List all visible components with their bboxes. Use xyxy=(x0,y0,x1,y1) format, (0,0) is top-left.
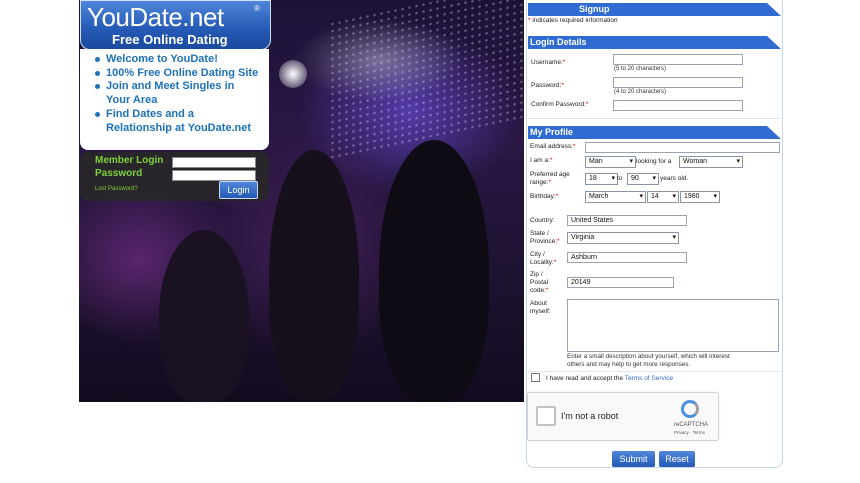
iam-label: I am a:* xyxy=(530,157,553,164)
chevron-down-icon: ▾ xyxy=(639,193,643,200)
birth-year-select[interactable]: 1980 ▾ xyxy=(680,191,720,203)
lost-password-link[interactable]: Lost Password? xyxy=(95,186,138,192)
password-hint: (4 to 20 characters) xyxy=(614,89,667,95)
seeking-select[interactable]: Woman ▾ xyxy=(679,156,743,168)
intro-item: Find Dates and a Relationship at YouDate… xyxy=(95,108,269,135)
terms-link[interactable]: Terms of Service xyxy=(625,375,673,382)
state-label: State / Province:* xyxy=(530,230,560,245)
zip-label: Zip / Postal code:* xyxy=(530,271,549,294)
section-divider xyxy=(528,118,781,119)
light-grid-decor xyxy=(329,0,524,162)
city-label: City / Locality:* xyxy=(530,251,557,266)
my-profile-heading: My Profile xyxy=(530,127,574,137)
login-password-input[interactable] xyxy=(172,170,256,181)
login-username-input[interactable] xyxy=(172,157,256,168)
chevron-down-icon: ▾ xyxy=(672,234,676,241)
light-flare xyxy=(279,60,307,88)
country-label: Country: xyxy=(530,217,555,224)
age-range-label: Preferred age range:* xyxy=(530,171,570,186)
terms-checkbox[interactable] xyxy=(531,373,540,382)
chevron-down-icon: ▾ xyxy=(672,193,676,200)
intro-item: 100% Free Online Dating Site xyxy=(95,67,269,81)
login-details-heading: Login Details xyxy=(530,37,587,47)
birth-day-select[interactable]: 14 ▾ xyxy=(647,191,679,203)
email-input[interactable] xyxy=(585,142,780,153)
dancer-silhouette xyxy=(159,230,249,402)
confirm-password-input[interactable] xyxy=(613,100,743,111)
login-button[interactable]: Login xyxy=(219,181,258,199)
looking-for-text: looking for a xyxy=(636,158,672,165)
city-input[interactable]: Ashburn xyxy=(567,252,687,263)
intro-list: Welcome to YouDate! 100% Free Online Dat… xyxy=(80,49,269,135)
chevron-down-icon: ▾ xyxy=(629,158,633,165)
recaptcha-label: I'm not a robot xyxy=(561,411,619,421)
intro-item: Welcome to YouDate! xyxy=(95,53,269,67)
chevron-down-icon: ▾ xyxy=(713,193,717,200)
password-field-label: Password:* xyxy=(531,82,564,89)
intro-item: Join and Meet Singles in Your Area xyxy=(95,80,269,107)
country-input[interactable]: United States xyxy=(567,215,687,226)
submit-button[interactable]: Submit xyxy=(612,451,655,467)
confirm-password-label: Confirm Password:* xyxy=(531,101,589,108)
years-old-text: years old. xyxy=(660,175,689,182)
about-label: About myself: xyxy=(530,300,551,315)
username-input[interactable] xyxy=(613,54,743,65)
about-hint: Enter a small description about yourself… xyxy=(567,353,730,368)
required-note: * indicates required information xyxy=(528,17,618,24)
password-label: Password xyxy=(95,168,143,179)
age-to-text: to xyxy=(617,175,623,182)
username-label: Username:* xyxy=(531,59,566,66)
member-login-label: Member Login xyxy=(95,155,164,166)
intro-panel: Welcome to YouDate! 100% Free Online Dat… xyxy=(80,49,269,150)
about-textarea[interactable] xyxy=(567,299,779,352)
registered-mark: ® xyxy=(254,4,260,13)
recaptcha-widget: I'm not a robot reCAPTCHA Privacy - Term… xyxy=(527,392,719,441)
recaptcha-checkbox[interactable] xyxy=(536,406,556,426)
login-details-header: Login Details xyxy=(528,36,781,49)
password-input[interactable] xyxy=(613,77,743,88)
recaptcha-logo-icon xyxy=(681,400,699,418)
logo-title: YouDate.net xyxy=(87,2,224,32)
zip-input[interactable]: 20149 xyxy=(567,277,674,288)
logo-subtitle: Free Online Dating xyxy=(112,32,228,47)
email-label: Email address:* xyxy=(530,143,576,150)
section-divider xyxy=(528,371,781,372)
birthday-label: Birthday:* xyxy=(530,193,559,200)
gender-select[interactable]: Man ▾ xyxy=(585,156,636,168)
state-select[interactable]: Virginia ▾ xyxy=(567,232,679,244)
reset-button[interactable]: Reset xyxy=(659,451,695,467)
dancer-silhouette xyxy=(269,150,359,400)
signup-title: Signup xyxy=(579,4,610,14)
chevron-down-icon: ▾ xyxy=(736,158,740,165)
terms-text: I have read and accept the Terms of Serv… xyxy=(546,375,674,382)
username-hint: (5 to 20 characters) xyxy=(614,66,667,72)
birth-month-select[interactable]: March ▾ xyxy=(585,191,646,203)
age-from-select[interactable]: 18 ▾ xyxy=(585,173,618,185)
signup-header: Signup xyxy=(528,3,781,16)
chevron-down-icon: ▾ xyxy=(652,175,656,182)
my-profile-header: My Profile xyxy=(528,126,781,139)
dancer-silhouette xyxy=(379,140,489,402)
recaptcha-links[interactable]: Privacy - Terms xyxy=(674,430,705,435)
age-to-select[interactable]: 90 ▾ xyxy=(627,173,659,185)
chevron-down-icon: ▾ xyxy=(611,175,615,182)
recaptcha-brand: reCAPTCHA xyxy=(674,422,709,428)
